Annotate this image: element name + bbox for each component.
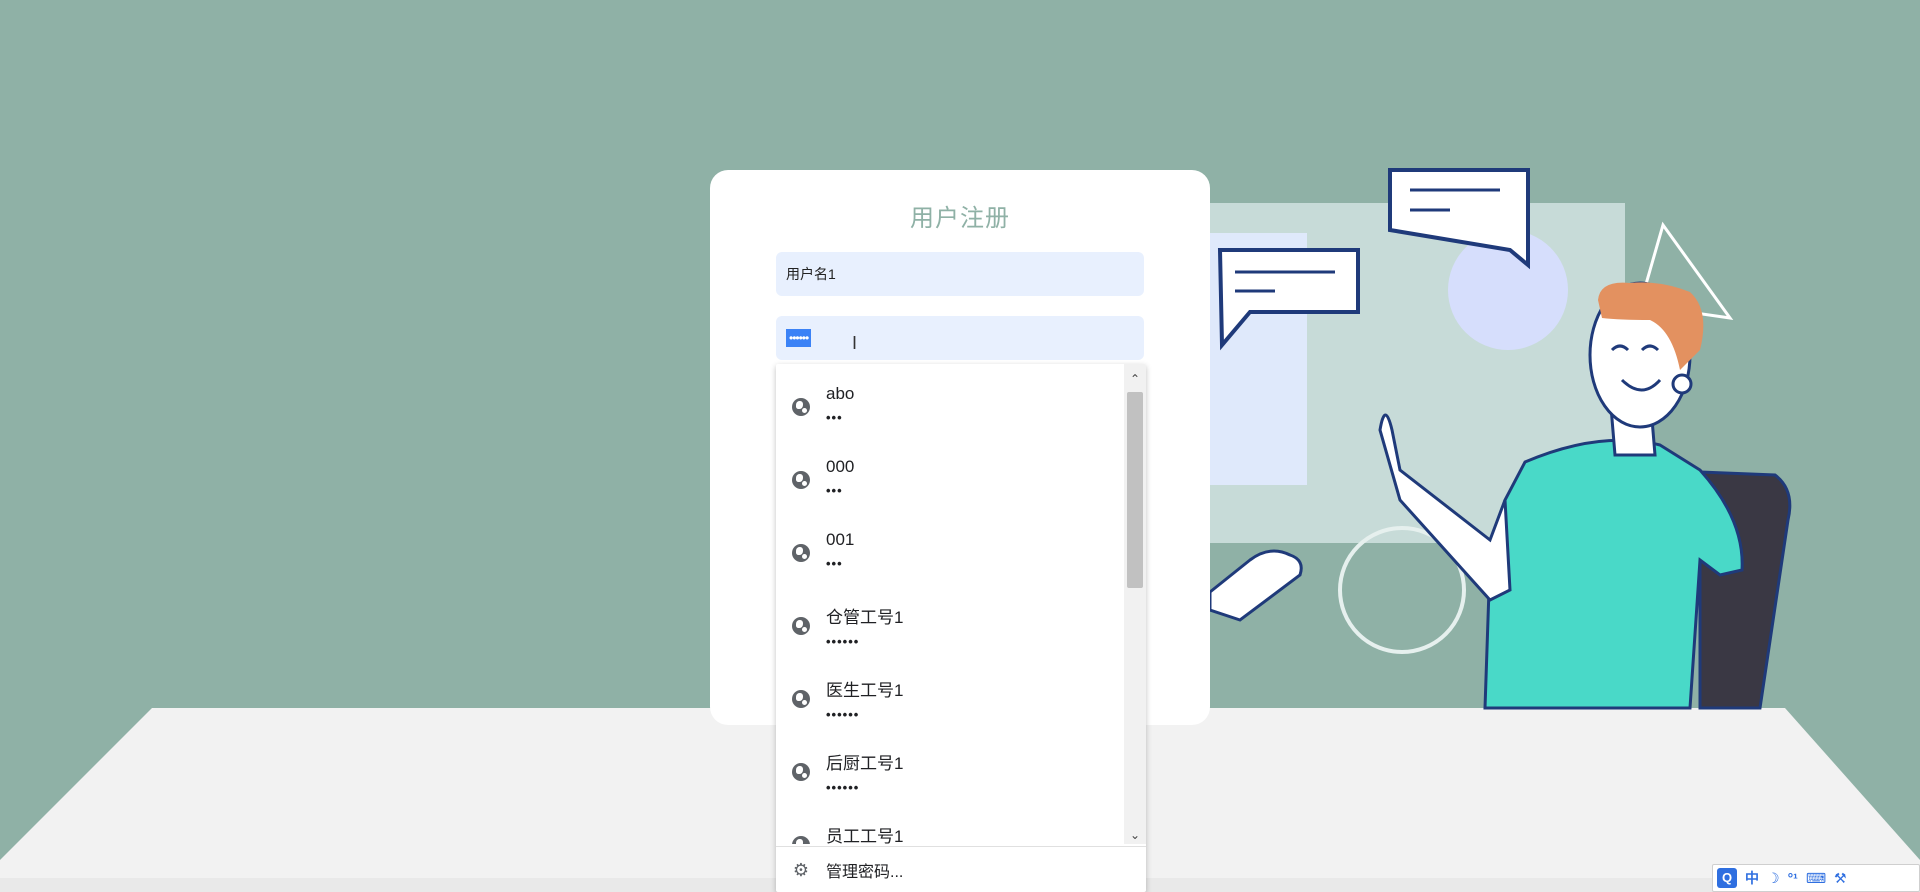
- autofill-password: •••: [826, 483, 843, 498]
- autofill-password: ••••••: [826, 780, 860, 795]
- manage-passwords-label: 管理密码...: [826, 864, 904, 881]
- autofill-list: abo ••• 000 ••• 001 ••• 仓管工号1 •••••• 医生工…: [776, 364, 1124, 844]
- autofill-item[interactable]: 医生工号1 ••••••: [776, 662, 1124, 735]
- autofill-password: ••••••: [826, 634, 860, 649]
- autofill-item[interactable]: 仓管工号1 ••••••: [776, 589, 1124, 662]
- autofill-username: 仓管工号1: [826, 608, 904, 627]
- password-value: ••••••: [786, 329, 812, 347]
- ime-logo-icon[interactable]: Q: [1717, 868, 1737, 888]
- autofill-password: •••: [826, 410, 843, 425]
- globe-icon: [792, 397, 810, 416]
- autofill-username: 员工工号1: [826, 827, 904, 844]
- autofill-item[interactable]: abo •••: [776, 370, 1124, 443]
- autofill-item[interactable]: 001 •••: [776, 516, 1124, 589]
- chevron-down-icon[interactable]: ⌄: [1124, 826, 1146, 844]
- globe-icon: [792, 470, 810, 489]
- ime-mode-button[interactable]: 中: [1745, 868, 1759, 888]
- autofill-password: •••: [826, 556, 843, 571]
- tools-icon[interactable]: ⚒: [1834, 870, 1847, 887]
- autofill-item[interactable]: 000 •••: [776, 443, 1124, 516]
- password-autofill-dropdown[interactable]: abo ••• 000 ••• 001 ••• 仓管工号1 •••••• 医生工…: [776, 364, 1146, 892]
- page-title: 用户注册: [910, 205, 1010, 232]
- username-value: 用户名1: [786, 266, 836, 282]
- punctuation-icon[interactable]: °¹: [1788, 870, 1798, 886]
- gear-icon: ⚙: [792, 860, 810, 880]
- person-hand-left: [1208, 549, 1303, 622]
- autofill-username: 001: [826, 530, 855, 549]
- autofill-username: 后厨工号1: [826, 754, 904, 773]
- autofill-username: abo: [826, 384, 855, 403]
- keyboard-icon[interactable]: ⌨: [1806, 870, 1826, 887]
- chevron-up-icon[interactable]: ⌃: [1124, 370, 1146, 388]
- autofill-item[interactable]: 员工工号1 ••••••: [776, 808, 1124, 844]
- globe-icon: [792, 543, 810, 562]
- globe-icon: [792, 689, 810, 708]
- text-cursor-icon: Ι: [852, 333, 858, 353]
- globe-icon: [792, 835, 810, 844]
- scrollbar-thumb[interactable]: [1127, 392, 1143, 588]
- password-input[interactable]: ••••••: [776, 316, 1144, 360]
- username-input[interactable]: 用户名1: [776, 252, 1144, 296]
- autofill-item[interactable]: 后厨工号1 ••••••: [776, 735, 1124, 808]
- autofill-password: ••••••: [826, 707, 860, 722]
- manage-passwords-item[interactable]: ⚙ 管理密码...: [776, 846, 1146, 892]
- moon-icon[interactable]: ☽: [1767, 870, 1780, 887]
- globe-icon: [792, 762, 810, 781]
- autofill-username: 000: [826, 457, 855, 476]
- autofill-username: 医生工号1: [826, 681, 904, 700]
- autofill-scrollbar[interactable]: ⌃ ⌄: [1124, 364, 1146, 844]
- ime-toolbar: Q 中 ☽ °¹ ⌨ ⚒: [1712, 864, 1920, 892]
- globe-icon: [792, 616, 810, 635]
